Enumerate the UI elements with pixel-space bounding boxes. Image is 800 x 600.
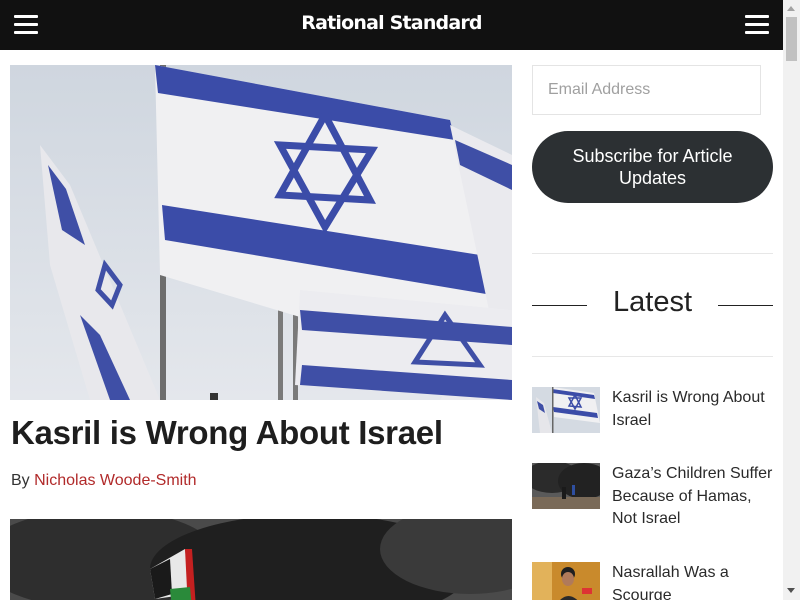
smoke-illustration <box>10 519 512 600</box>
email-address-input[interactable] <box>532 65 761 115</box>
scroll-down-arrow-icon[interactable] <box>787 588 795 593</box>
article-image[interactable] <box>10 519 512 600</box>
flags-illustration <box>10 65 512 400</box>
scroll-up-arrow-icon[interactable] <box>787 6 795 11</box>
byline-prefix: By <box>11 472 30 489</box>
latest-item-title[interactable]: Gaza’s Children Suffer Because of Hamas,… <box>612 463 773 531</box>
hero-image[interactable] <box>10 65 512 400</box>
scrollbar-thumb[interactable] <box>786 17 797 61</box>
vertical-scrollbar[interactable] <box>783 0 800 600</box>
latest-item-thumbnail[interactable] <box>532 387 600 433</box>
heading-rule-right <box>718 305 773 306</box>
top-navigation-bar: Rational Standard <box>0 0 783 50</box>
latest-heading: Latest <box>613 286 692 318</box>
latest-item-thumbnail[interactable] <box>532 562 600 600</box>
latest-item-thumbnail[interactable] <box>532 463 600 509</box>
latest-item-title[interactable]: Kasril is Wrong About Israel <box>612 387 773 432</box>
author-link[interactable]: Nicholas Woode-Smith <box>34 472 196 489</box>
subscribe-button[interactable]: Subscribe for Article Updates <box>532 131 773 203</box>
latest-item-title[interactable]: Nasrallah Was a Scourge <box>612 562 773 600</box>
article-byline: By Nicholas Woode-Smith <box>11 472 197 490</box>
divider <box>532 356 773 357</box>
site-logo[interactable]: Rational Standard <box>0 12 783 34</box>
article-title[interactable]: Kasril is Wrong About Israel <box>11 414 443 452</box>
hamburger-menu-icon[interactable] <box>745 15 769 35</box>
smoke-thumbnail-icon <box>532 463 600 509</box>
portrait-thumbnail-icon <box>532 562 600 600</box>
divider <box>532 253 773 254</box>
flags-thumbnail-icon <box>532 387 600 433</box>
